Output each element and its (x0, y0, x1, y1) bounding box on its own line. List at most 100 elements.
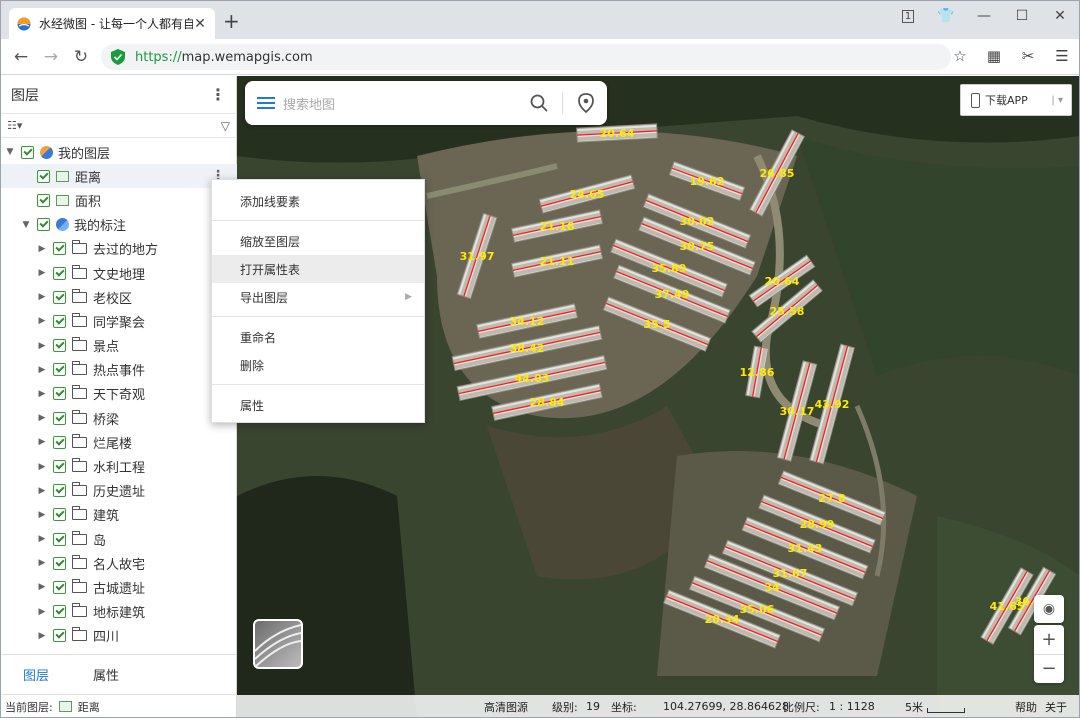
menu-item-rename[interactable]: 重命名 (212, 323, 424, 351)
expand-arrow-icon[interactable]: ▶ (37, 316, 47, 326)
location-pin-icon[interactable] (577, 93, 595, 113)
layer-checkbox[interactable] (37, 218, 50, 232)
zoom-out-button[interactable]: − (1034, 654, 1064, 682)
panel-more-icon[interactable]: ⋮ (210, 85, 226, 104)
tree-group[interactable]: ▼ 我的标注 (1, 213, 237, 237)
folder-item[interactable]: ▶ 文史地理 (1, 261, 237, 285)
folder-item[interactable]: ▶ 桥梁 (1, 406, 237, 430)
layer-checkbox[interactable] (53, 266, 66, 280)
close-window-button[interactable]: ✕ (1041, 1, 1079, 31)
chevron-down-icon[interactable]: | ▾ (1051, 95, 1063, 106)
expand-arrow-icon[interactable]: ▶ (37, 486, 47, 496)
tree-root[interactable]: ▼ 我的图层 (1, 140, 237, 164)
expand-arrow-icon[interactable]: ▶ (37, 437, 47, 447)
folder-item[interactable]: ▶ 同学聚会 (1, 309, 237, 333)
tile-source[interactable]: 高清图源 (484, 699, 528, 715)
menu-item-open-attribute-table[interactable]: 打开属性表 (212, 255, 424, 283)
reload-button[interactable]: ↻ (71, 47, 91, 67)
forward-button[interactable]: → (41, 47, 61, 67)
expand-arrow-icon[interactable]: ▶ (37, 510, 47, 520)
layer-checkbox[interactable] (37, 169, 50, 183)
download-app-button[interactable]: 下载APP | ▾ (960, 84, 1072, 116)
expand-arrow-icon[interactable]: ▼ (21, 220, 31, 230)
url-field[interactable]: https:// map.wemapgis.com (101, 44, 951, 70)
locate-button[interactable]: ◉ (1034, 595, 1064, 623)
basemap-switch-button[interactable] (253, 619, 303, 669)
folder-item[interactable]: ▶ 老校区 (1, 285, 237, 309)
folder-item[interactable]: ▶ 古城遗址 (1, 575, 237, 599)
menu-item-add-line[interactable]: 添加线要素 (212, 187, 424, 215)
menu-item-properties[interactable]: 属性 (212, 391, 424, 419)
expand-arrow-icon[interactable]: ▶ (37, 389, 47, 399)
layer-checkbox[interactable] (53, 605, 66, 619)
expand-arrow-icon[interactable]: ▶ (37, 607, 47, 617)
apps-grid-icon[interactable]: ▦ (977, 47, 1011, 65)
layer-checkbox[interactable] (53, 556, 66, 570)
expand-arrow-icon[interactable]: ▶ (37, 462, 47, 472)
minimize-button[interactable]: — (965, 1, 1003, 31)
help-link[interactable]: 帮助 (1015, 699, 1037, 715)
folder-item[interactable]: ▶ 天下奇观 (1, 382, 237, 406)
expand-arrow-icon[interactable]: ▶ (37, 582, 47, 592)
bookmark-star-icon[interactable]: ☆ (943, 47, 977, 65)
layer-checkbox[interactable] (53, 629, 66, 643)
layer-checkbox[interactable] (21, 145, 34, 159)
tab-close-icon[interactable]: ✕ (193, 16, 207, 32)
zoom-in-button[interactable]: + (1041, 626, 1056, 654)
folder-item[interactable]: ▶ 水利工程 (1, 454, 237, 478)
expand-arrow-icon[interactable]: ▶ (37, 631, 47, 641)
layer-checkbox[interactable] (53, 411, 66, 425)
expand-arrow-icon[interactable]: ▶ (37, 244, 47, 254)
layer-checkbox[interactable] (53, 580, 66, 594)
layer-checkbox[interactable] (53, 484, 66, 498)
folder-item[interactable]: ▶ 热点事件 (1, 358, 237, 382)
menu-item-delete[interactable]: 删除 (212, 351, 424, 379)
expand-arrow-icon[interactable]: ▶ (37, 534, 47, 544)
search-input[interactable]: 搜索地图 (283, 94, 530, 113)
layer-checkbox[interactable] (53, 314, 66, 328)
menu-item-zoom-to-layer[interactable]: 缩放至图层 (212, 227, 424, 255)
expand-arrow-icon[interactable]: ▶ (37, 341, 47, 351)
layer-checkbox[interactable] (53, 532, 66, 546)
folder-item[interactable]: ▶ 建筑 (1, 503, 237, 527)
expand-arrow-icon[interactable]: ▶ (37, 558, 47, 568)
menu-item-export-layer[interactable]: 导出图层 ▶ (212, 283, 424, 311)
map-search-box[interactable]: 搜索地图 (245, 81, 607, 125)
layer-item-area[interactable]: 面积 (1, 188, 237, 212)
scissors-icon[interactable]: ✂ (1011, 47, 1045, 65)
folder-item[interactable]: ▶ 名人故宅 (1, 551, 237, 575)
folder-item[interactable]: ▶ 烂尾楼 (1, 430, 237, 454)
menu-hamburger-icon[interactable] (257, 97, 275, 109)
layer-checkbox[interactable] (53, 242, 66, 256)
filter-icon[interactable]: ▽ (221, 119, 230, 133)
expand-arrow-icon[interactable]: ▶ (37, 292, 47, 302)
new-tab-button[interactable]: + (223, 11, 240, 31)
layer-view-toggle-icon[interactable]: ☷▾ (7, 119, 221, 132)
menu-icon[interactable]: ☰ (1045, 47, 1079, 65)
layer-item-distance[interactable]: 距离 ⋮ (1, 164, 237, 189)
folder-item[interactable]: ▶ 去过的地方 (1, 237, 237, 261)
layer-checkbox[interactable] (53, 435, 66, 449)
tab-properties[interactable]: 属性 (71, 665, 141, 684)
layer-checkbox[interactable] (53, 460, 66, 474)
tab-layers[interactable]: 图层 (1, 665, 71, 684)
layer-checkbox[interactable] (53, 363, 66, 377)
search-icon[interactable] (530, 94, 548, 112)
expand-arrow-icon[interactable]: ▶ (37, 365, 47, 375)
folder-item[interactable]: ▶ 地标建筑 (1, 600, 237, 624)
back-button[interactable]: ← (11, 47, 31, 67)
layer-checkbox[interactable] (37, 193, 50, 207)
layer-checkbox[interactable] (53, 508, 66, 522)
layer-checkbox[interactable] (53, 387, 66, 401)
expand-arrow-icon[interactable]: ▶ (37, 268, 47, 278)
about-link[interactable]: 关于 (1045, 699, 1067, 715)
folder-item[interactable]: ▶ 四川 (1, 624, 237, 648)
folder-item[interactable]: ▶ 历史遗址 (1, 479, 237, 503)
folder-item[interactable]: ▶ 景点 (1, 334, 237, 358)
skin-icon[interactable]: 👕 (927, 1, 965, 31)
maximize-button[interactable]: ☐ (1003, 1, 1041, 31)
expand-arrow-icon[interactable]: ▼ (5, 147, 15, 157)
folder-item[interactable]: ▶ 岛 (1, 527, 237, 551)
browser-tab[interactable]: 水经微图 - 让每一个人都有自 ✕ (9, 8, 215, 39)
tab-count-button[interactable]: 1 (889, 1, 927, 31)
